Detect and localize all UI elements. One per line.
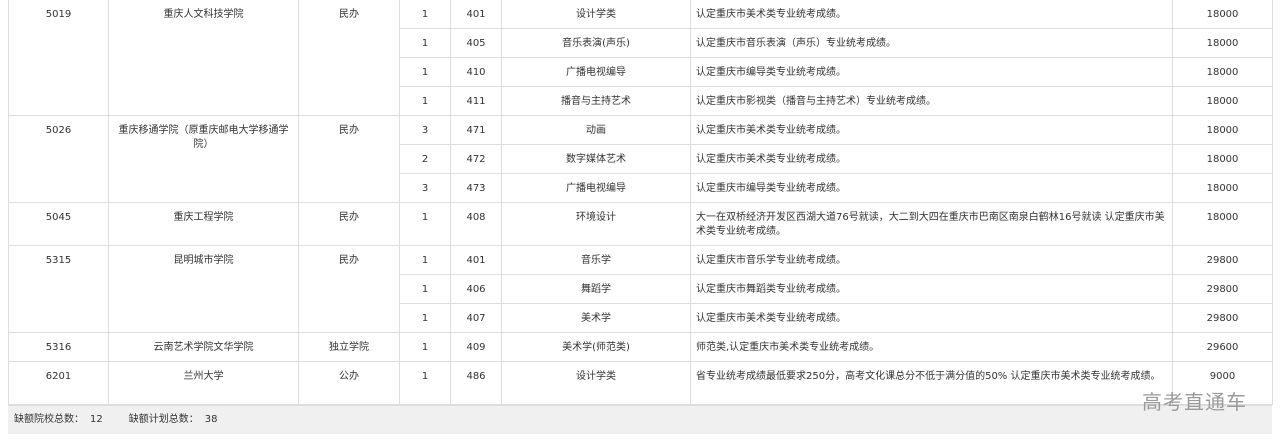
school-type-cell: 民办 [298,115,400,203]
table-row: 5315 昆明城市学院 民办 1 401 音乐学 认定重庆市音乐学专业统考成绩。… [8,245,1273,333]
plan-count-cell: 1 [399,332,451,362]
school-name-cell: 云南艺术学院文华学院 [108,332,299,362]
major-code-cell: 401 [450,0,502,29]
major-code-cell: 406 [450,274,502,304]
major-code-cell: 408 [450,202,502,246]
major-code-cell: 409 [450,332,502,362]
school-type-cell: 独立学院 [298,332,400,362]
major-name-cell: 动画 [501,115,691,145]
major-name-cell: 美术学 [501,303,691,333]
note-cell: 认定重庆市音乐表演（声乐）专业统考成绩。 [690,28,1173,58]
school-code-cell: 5315 [8,245,109,333]
table-row: 5026 重庆移通学院（原重庆邮电大学移通学院） 民办 3 471 动画 认定重… [8,115,1273,203]
table-row: 5316 云南艺术学院文华学院 独立学院 1 409 美术学(师范类) 师范类,… [8,332,1273,362]
major-name-cell: 音乐学 [501,245,691,275]
school-type-cell: 民办 [298,0,400,116]
major-name-cell: 设计学类 [501,0,691,29]
plan-count-cell: 1 [399,202,451,246]
plan-count-cell: 1 [399,274,451,304]
table-row: 5019 重庆人文科技学院 民办 1 401 设计学类 认定重庆市美术类专业统考… [8,0,1273,116]
fee-cell: 18000 [1172,86,1273,116]
table-row: 5045 重庆工程学院 民办 1 408 环境设计 大一在双桥经济开发区西湖大道… [8,202,1273,246]
plan-count-cell: 3 [399,173,451,203]
school-type-cell: 民办 [298,245,400,333]
major-code-cell: 471 [450,115,502,145]
school-name-cell: 重庆人文科技学院 [108,0,299,116]
school-name-cell: 重庆工程学院 [108,202,299,246]
watermark-text: 高考直通车 [1142,390,1247,414]
missing-schools-label: 缺额院校总数： [14,414,84,425]
plan-count-cell: 1 [399,57,451,87]
plan-count-cell: 1 [399,28,451,58]
fee-cell: 29600 [1172,332,1273,362]
note-cell: 师范类,认定重庆市美术类专业统考成绩。 [690,332,1173,362]
fee-cell: 29800 [1172,303,1273,333]
fee-cell: 29800 [1172,245,1273,275]
fee-cell: 18000 [1172,144,1273,174]
missing-plan-label: 缺额计划总数： [128,414,199,425]
table-summary-footer: 缺额院校总数： 12 缺额计划总数： 38 [8,405,1272,434]
missing-schools-count: 12 [90,414,103,425]
school-code-cell: 6201 [8,361,109,405]
plan-count-cell: 1 [399,86,451,116]
table-row: 6201 兰州大学 公办 1 486 设计学类 省专业统考成绩最低要求250分，… [8,361,1273,405]
major-code-cell: 473 [450,173,502,203]
note-cell: 认定重庆市美术类专业统考成绩。 [690,115,1173,145]
school-code-cell: 5045 [8,202,109,246]
note-cell: 认定重庆市美术类专业统考成绩。 [690,144,1173,174]
missing-plan-count: 38 [204,414,218,425]
note-cell: 认定重庆市美术类专业统考成绩。 [690,0,1173,29]
fee-cell: 18000 [1172,0,1273,29]
school-name-cell: 兰州大学 [108,361,299,405]
fee-cell: 29800 [1172,274,1273,304]
major-code-cell: 405 [450,28,502,58]
plan-count-cell: 1 [399,245,451,275]
major-name-cell: 舞蹈学 [501,274,691,304]
note-cell: 认定重庆市舞蹈类专业统考成绩。 [690,274,1173,304]
fee-cell: 18000 [1172,57,1273,87]
major-name-cell: 设计学类 [501,361,691,405]
major-name-cell: 音乐表演(声乐) [501,28,691,58]
major-name-cell: 数字媒体艺术 [501,144,691,174]
plan-count-cell: 1 [399,361,451,405]
major-code-cell: 411 [450,86,502,116]
plan-count-cell: 1 [399,303,451,333]
fee-cell: 18000 [1172,173,1273,203]
major-name-cell: 广播电视编导 [501,57,691,87]
major-code-cell: 486 [450,361,502,405]
school-code-cell: 5316 [8,332,109,362]
school-name-cell: 重庆移通学院（原重庆邮电大学移通学院） [108,115,299,203]
fee-cell: 18000 [1172,115,1273,145]
fee-cell: 18000 [1172,28,1273,58]
fee-cell: 18000 [1172,202,1273,246]
school-name-cell: 昆明城市学院 [108,245,299,333]
note-cell: 认定重庆市编导类专业统考成绩。 [690,57,1173,87]
major-name-cell: 广播电视编导 [501,173,691,203]
note-cell: 省专业统考成绩最低要求250分，高考文化课总分不低于满分值的50% 认定重庆市美… [690,361,1173,405]
school-type-cell: 公办 [298,361,400,405]
major-code-cell: 407 [450,303,502,333]
plan-count-cell: 3 [399,115,451,145]
major-code-cell: 410 [450,57,502,87]
note-cell: 认定重庆市编导类专业统考成绩。 [690,173,1173,203]
plan-count-cell: 2 [399,144,451,174]
major-code-cell: 401 [450,245,502,275]
major-name-cell: 播音与主持艺术 [501,86,691,116]
note-cell: 认定重庆市音乐学专业统考成绩。 [690,245,1173,275]
major-code-cell: 472 [450,144,502,174]
major-name-cell: 美术学(师范类) [501,332,691,362]
note-cell: 认定重庆市美术类专业统考成绩。 [690,303,1173,333]
admission-plan-table: 5019 重庆人文科技学院 民办 1 401 设计学类 认定重庆市美术类专业统考… [8,0,1273,405]
note-cell: 大一在双桥经济开发区西湖大道76号就读，大二到大四在重庆市巴南区南泉白鹤林16号… [690,202,1173,246]
school-code-cell: 5019 [8,0,109,116]
plan-count-cell: 1 [399,0,451,29]
major-name-cell: 环境设计 [501,202,691,246]
school-type-cell: 民办 [298,202,400,246]
note-cell: 认定重庆市影视类（播音与主持艺术）专业统考成绩。 [690,86,1173,116]
school-code-cell: 5026 [8,115,109,203]
